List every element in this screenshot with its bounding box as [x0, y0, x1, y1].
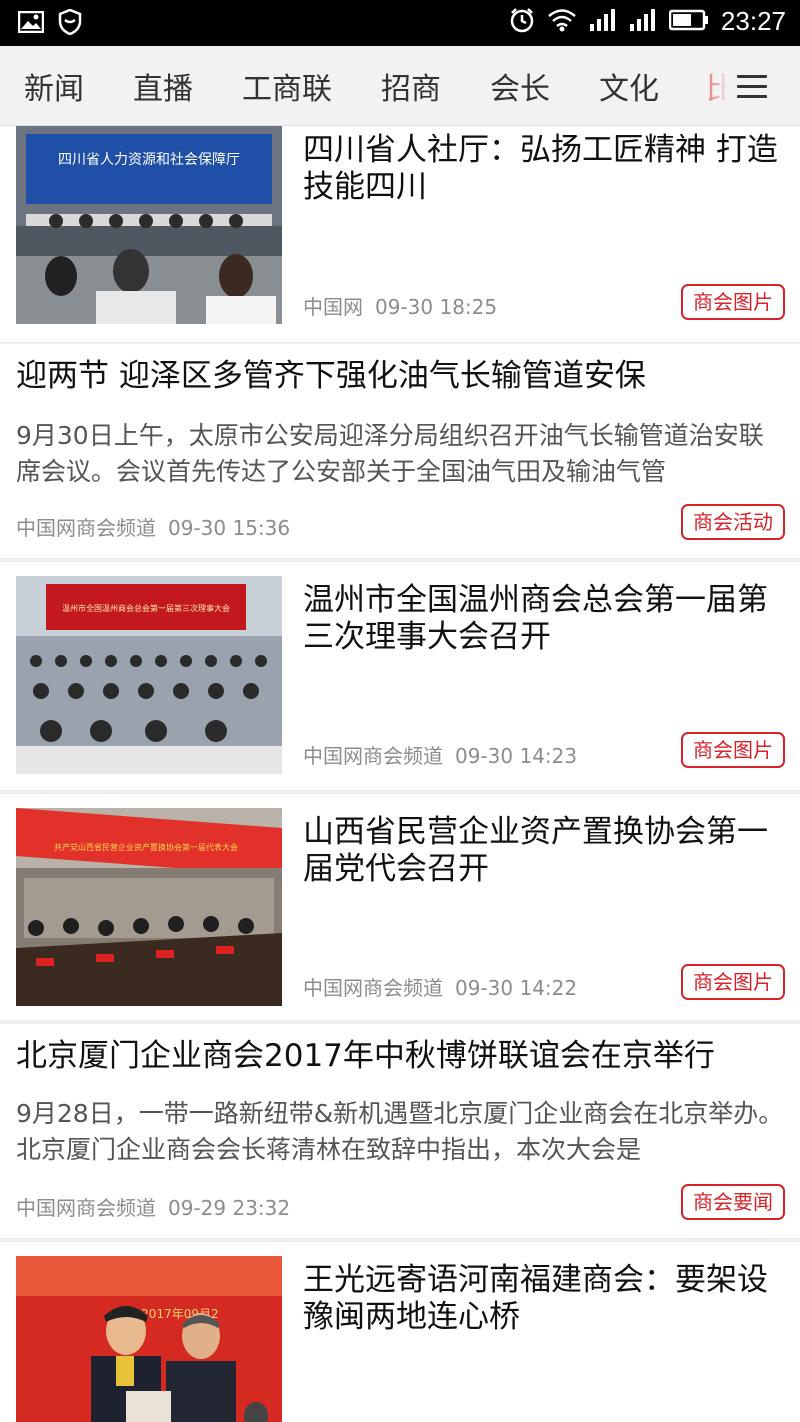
alarm-icon — [509, 7, 535, 37]
status-bar: 23:27 — [0, 0, 800, 46]
tab-investment[interactable]: 招商 — [381, 64, 441, 108]
news-thumbnail: 温州市全国温州商会总会第一届第三次理事大会 — [16, 576, 282, 774]
tab-live[interactable]: 直播 — [133, 64, 193, 108]
tab-president[interactable]: 会长 — [490, 64, 550, 108]
shield-icon — [58, 8, 82, 39]
news-meta: 中国网商会频道 09-30 14:22 — [303, 972, 577, 1001]
news-card[interactable]: 迎两节 迎泽区多管齐下强化油气长输管道安保 9月30日上午，太原市公安局迎泽分局… — [0, 344, 800, 558]
news-source: 中国网商会频道 — [16, 516, 156, 540]
signal-icon — [629, 8, 657, 36]
news-source: 中国网 — [303, 295, 363, 319]
tab-culture[interactable]: 文化 — [599, 64, 659, 108]
category-tag[interactable]: 商会图片 — [681, 732, 785, 768]
category-tag[interactable]: 商会要闻 — [681, 1184, 785, 1220]
news-meta: 中国网商会频道 09-30 14:23 — [303, 740, 577, 769]
news-time: 09-30 15:36 — [168, 516, 291, 540]
news-title[interactable]: 北京厦门企业商会2017年中秋博饼联谊会在京举行 — [16, 1038, 786, 1075]
category-tag[interactable]: 商会图片 — [681, 284, 785, 320]
news-title[interactable]: 迎两节 迎泽区多管齐下强化油气长输管道安保 — [16, 358, 786, 395]
news-card[interactable]: 郑州 2017年09月2 王光远寄语河南福建商会：要架设豫闽两地连心桥 — [0, 1242, 800, 1422]
news-meta: 中国网 09-30 18:25 — [303, 291, 497, 320]
gallery-icon — [17, 10, 45, 37]
thumbnail-caption: 四川省人力资源和社会保障厅 — [58, 152, 240, 168]
news-thumbnail: 郑州 2017年09月2 — [16, 1256, 282, 1422]
news-card[interactable]: 四川省人力资源和社会保障厅 四川省人社厅：弘扬工匠精神 打造技能四川 中国网 09… — [0, 126, 800, 342]
news-thumbnail: 四川省人力资源和社会保障厅 — [16, 126, 282, 324]
news-source: 中国网商会频道 — [303, 744, 443, 768]
wifi-icon — [547, 8, 577, 36]
signal-icon — [589, 8, 617, 36]
news-card[interactable]: 北京厦门企业商会2017年中秋博饼联谊会在京举行 9月28日，一带一路新纽带&新… — [0, 1024, 800, 1238]
status-time: 23:27 — [720, 6, 786, 36]
news-summary: 9月28日，一带一路新纽带&新机遇暨北京厦门企业商会在北京举办。北京厦门企业商会… — [16, 1099, 784, 1164]
news-title[interactable]: 四川省人社厅：弘扬工匠精神 打造技能四川 — [303, 132, 785, 206]
thumbnail-caption: 温州市全国温州商会总会第一届第三次理事大会 — [62, 603, 230, 613]
news-time: 09-30 14:22 — [455, 976, 578, 1000]
tab-news[interactable]: 新闻 — [24, 64, 84, 108]
news-summary: 9月30日上午，太原市公安局迎泽分局组织召开油气长输管道治安联席会议。会议首先传… — [16, 421, 764, 486]
news-card[interactable]: 共产党山西省民营企业资产置换协会第一届代表大会 山西省民营企业资产置换协会第一届… — [0, 794, 800, 1020]
news-meta: 中国网商会频道 09-30 15:36 — [16, 512, 290, 541]
news-source: 中国网商会频道 — [16, 1196, 156, 1220]
news-thumbnail: 共产党山西省民营企业资产置换协会第一届代表大会 — [16, 808, 282, 1006]
news-feed: 四川省人力资源和社会保障厅 四川省人社厅：弘扬工匠精神 打造技能四川 中国网 09… — [0, 126, 800, 1422]
news-card[interactable]: 温州市全国温州商会总会第一届第三次理事大会 温州市全国温州商会总会第一届第三次理… — [0, 562, 800, 790]
news-time: 09-29 23:32 — [168, 1196, 291, 1220]
thumbnail-caption: 共产党山西省民营企业资产置换协会第一届代表大会 — [54, 842, 238, 852]
news-time: 09-30 14:23 — [455, 744, 578, 768]
news-title[interactable]: 王光远寄语河南福建商会：要架设豫闽两地连心桥 — [303, 1262, 785, 1336]
category-tag[interactable]: 商会活动 — [681, 504, 785, 540]
hamburger-menu-icon[interactable] — [726, 66, 776, 106]
news-time: 09-30 18:25 — [375, 295, 498, 319]
news-title[interactable]: 温州市全国温州商会总会第一届第三次理事大会召开 — [303, 582, 785, 656]
news-meta: 中国网商会频道 09-29 23:32 — [16, 1192, 290, 1221]
channel-nav: 新闻 直播 工商联 招商 会长 文化 比 — [0, 46, 800, 126]
news-title[interactable]: 山西省民营企业资产置换协会第一届党代会召开 — [303, 814, 785, 888]
category-tag[interactable]: 商会图片 — [681, 964, 785, 1000]
tab-federation[interactable]: 工商联 — [242, 64, 332, 108]
news-source: 中国网商会频道 — [303, 976, 443, 1000]
battery-icon — [668, 9, 709, 35]
